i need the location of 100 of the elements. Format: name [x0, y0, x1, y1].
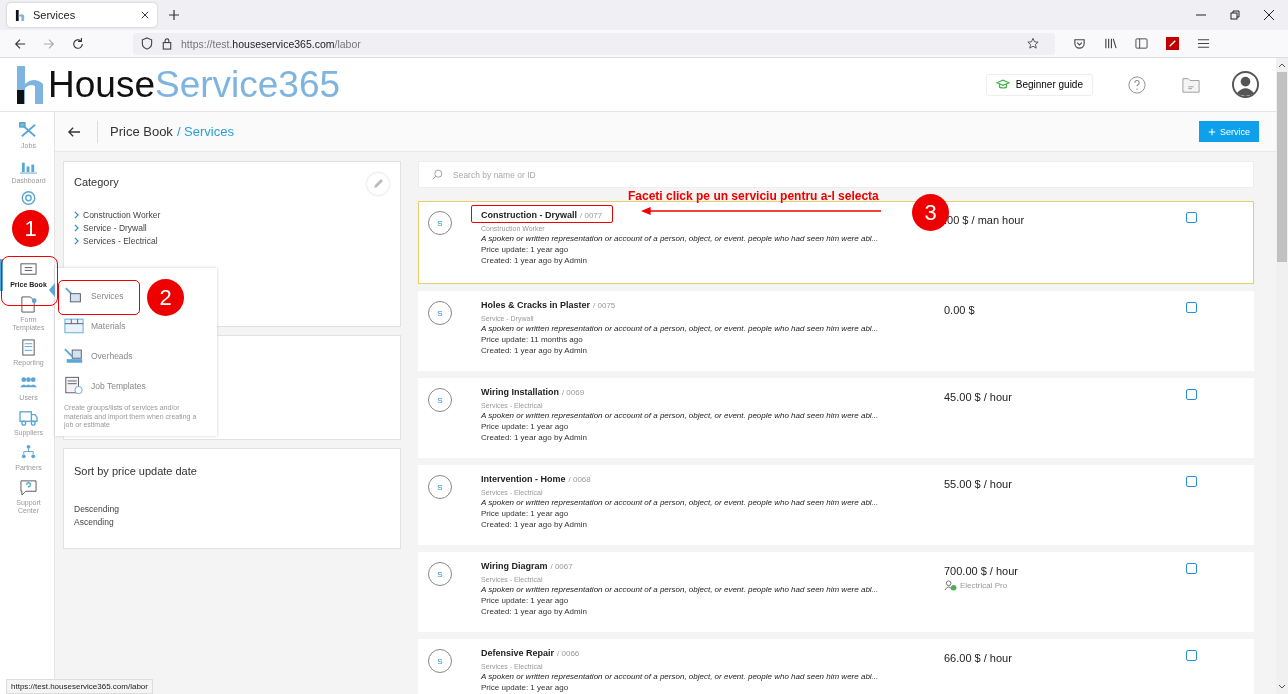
price-update-text: Price update: 1 year ago [481, 509, 570, 518]
select-checkbox[interactable] [1186, 476, 1197, 487]
close-icon[interactable] [141, 11, 149, 19]
price-update-text: Price update: 11 months ago [481, 335, 584, 344]
price-tag-icon [19, 261, 38, 278]
status-url: https://test.houseservice365.com/labor [6, 679, 153, 694]
service-name: Holes & Cracks in Plaster [481, 300, 591, 310]
app-logo: HouseService365 [48, 65, 341, 104]
service-price: 700.00 $ / hour [944, 565, 1019, 577]
service-row[interactable] [418, 201, 1254, 284]
pocket-icon[interactable] [1073, 37, 1086, 50]
help-icon [19, 479, 38, 496]
tools-icon [19, 122, 38, 139]
document-icon [19, 296, 38, 313]
created-text: Created: 1 year ago by Admin [481, 256, 588, 265]
select-checkbox[interactable] [1186, 650, 1197, 661]
service-name: Construction - Drywall [481, 210, 577, 220]
target-icon [19, 190, 38, 206]
search-field[interactable]: Search by name or ID [418, 161, 1254, 188]
scroll-down-icon[interactable] [1278, 684, 1286, 690]
service-description: A spoken or written representation or account of a person, object, or event. people who had seen him were abl... [481, 324, 880, 333]
menu-pointer-icon [49, 283, 55, 297]
sidebar-icon[interactable] [1135, 37, 1148, 50]
menu-item[interactable]: Services [64, 284, 124, 307]
menu-icon[interactable] [1197, 37, 1210, 50]
graduation-cap-icon [995, 79, 1010, 90]
logo-icon [15, 65, 45, 104]
category-item[interactable]: Construction Worker [74, 210, 390, 220]
user-badge-icon [944, 580, 957, 591]
service-code: / 0075 [593, 301, 616, 310]
price-update-text: Price update: 1 year ago [481, 683, 570, 692]
card-title: Category [74, 176, 119, 188]
restore-icon[interactable] [1230, 10, 1240, 20]
step-badge: 1 [12, 210, 49, 247]
truck-icon [19, 409, 38, 426]
network-icon [19, 444, 38, 461]
service-code: / 0069 [561, 388, 585, 397]
sort-option[interactable]: Ascending [74, 517, 390, 527]
service-description: A spoken or written representation or account of a person, object, or event. people who had seen him were abl... [481, 672, 880, 681]
service-name: Defensive Repair [481, 648, 555, 658]
reload-icon[interactable] [72, 37, 84, 50]
price-update-text: Price update: 1 year ago [481, 422, 570, 431]
service-code: / 0066 [557, 649, 580, 658]
browser-tab[interactable]: Services [7, 3, 157, 27]
select-checkbox[interactable] [1186, 212, 1197, 223]
shield-icon [141, 37, 153, 50]
address-bar[interactable]: https://test.houseservice365.com/labor [133, 32, 1055, 55]
new-tab-icon[interactable] [169, 10, 179, 20]
service-price: 55.00 $ / hour [944, 478, 1013, 490]
extension-icon[interactable] [1166, 37, 1179, 50]
beginner-guide-button[interactable]: Beginner guide [985, 73, 1093, 96]
url-text: https://test.houseservice365.com/labor [181, 37, 361, 50]
service-price: 0.00 $ [944, 304, 976, 316]
document-icon [64, 376, 84, 395]
avatar-icon[interactable] [1232, 71, 1259, 98]
service-name: Wiring Installation [481, 387, 559, 397]
star-icon[interactable] [1027, 37, 1039, 50]
service-description: A spoken or written representation or account of a person, object, or event. people who had seen him were abl... [481, 498, 880, 507]
wrench-icon [64, 286, 84, 305]
plus-icon [1208, 127, 1216, 136]
menu-item[interactable]: Job Templates [64, 374, 146, 397]
logo-icon [15, 9, 26, 21]
price-update-text: Price update: 1 year ago [481, 245, 570, 254]
breadcrumb-link[interactable]: Price Book [110, 124, 173, 139]
add-service-button[interactable]: Service [1199, 121, 1259, 142]
back-icon[interactable] [67, 125, 81, 138]
service-description: A spoken or written representation or account of a person, object, or event. people who had seen him were abl... [481, 585, 880, 594]
sort-option[interactable]: Descending [74, 504, 390, 514]
service-code: / 0077 [580, 211, 603, 220]
price-update-text: Price update: 1 year ago [481, 596, 570, 605]
folder-icon[interactable] [1182, 75, 1200, 94]
scrollbar-thumb[interactable] [1277, 72, 1287, 262]
created-text: Created: 1 year ago by Admin [481, 433, 588, 442]
callout-text: Faceti click pe un serviciu pentru a-l selecta [628, 189, 879, 203]
lock-icon [161, 37, 173, 50]
menu-item[interactable]: Materials [64, 314, 126, 337]
created-text: Created: 1 year ago by Admin [481, 346, 588, 355]
service-price: 66.00 $ / hour [944, 652, 1013, 664]
report-icon [19, 339, 38, 356]
service-name: Wiring Diagram [481, 561, 548, 571]
service-code: / 0068 [568, 475, 591, 484]
select-checkbox[interactable] [1186, 389, 1197, 400]
service-price: 45.00 $ / hour [944, 391, 1013, 403]
created-text: Created: 1 year ago by Admin [481, 520, 588, 529]
tab-title: Services [33, 9, 77, 21]
help-icon[interactable] [1128, 75, 1146, 94]
library-icon[interactable] [1104, 37, 1117, 50]
card-title: Sort by price update date [74, 465, 198, 477]
breadcrumb-current: / Services [176, 124, 234, 139]
service-description: A spoken or written representation or account of a person, object, or event. people who had seen him were abl... [481, 411, 880, 420]
menu-item[interactable]: Overheads [64, 344, 133, 367]
close-icon[interactable] [1264, 10, 1274, 20]
select-checkbox[interactable] [1186, 563, 1197, 574]
created-text: Created: 1 year ago by Admin [481, 607, 588, 616]
back-icon[interactable] [14, 37, 26, 50]
scroll-up-icon[interactable] [1278, 62, 1286, 68]
select-checkbox[interactable] [1186, 302, 1197, 313]
skill-tag: Electrical Pro [960, 581, 1008, 590]
category-item[interactable]: Services - Electrical [74, 236, 390, 246]
category-item[interactable]: Service - Drywall [74, 223, 390, 233]
